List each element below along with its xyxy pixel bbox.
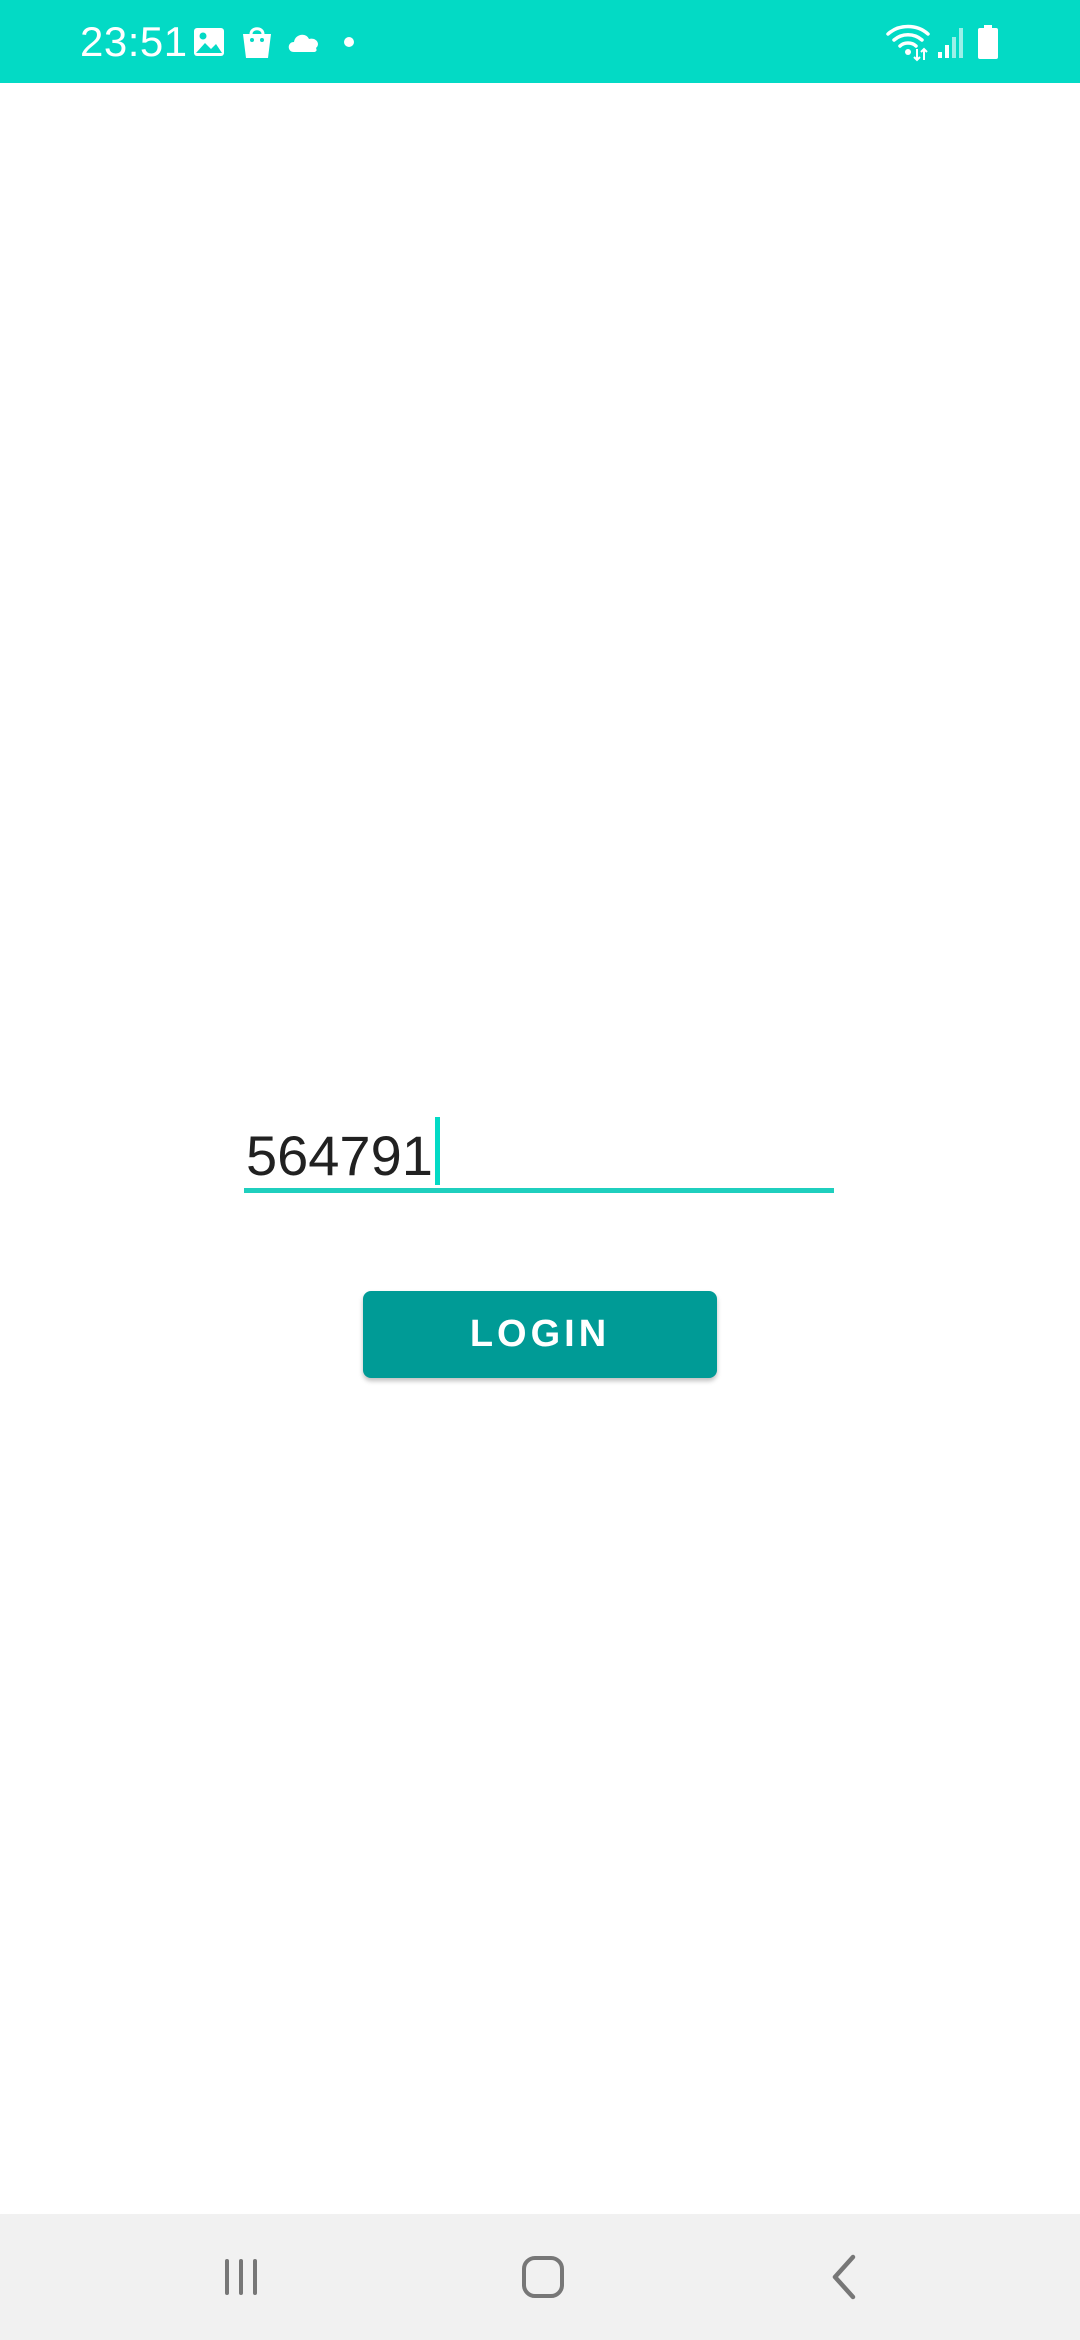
back-button[interactable] <box>800 2242 890 2312</box>
status-time: 23:51 <box>80 18 188 65</box>
home-icon <box>522 2256 564 2298</box>
home-button[interactable] <box>498 2242 588 2312</box>
signal-icon <box>938 28 963 58</box>
navigation-bar <box>0 2214 1080 2340</box>
login-button[interactable]: LOGIN <box>363 1291 717 1378</box>
input-underline <box>244 1188 834 1193</box>
battery-icon <box>978 25 998 59</box>
wifi-icon <box>886 24 930 62</box>
recent-apps-icon <box>225 2259 257 2295</box>
shopping-bag-icon <box>243 27 271 58</box>
back-icon <box>832 2254 856 2300</box>
code-input[interactable] <box>244 1113 834 1185</box>
recent-apps-button[interactable] <box>196 2242 286 2312</box>
image-icon <box>194 28 224 56</box>
status-bar: 23:51 <box>0 0 1080 83</box>
dot-icon <box>344 37 354 47</box>
cloud-icon <box>288 34 319 52</box>
code-field[interactable]: 564791 <box>244 1105 834 1193</box>
